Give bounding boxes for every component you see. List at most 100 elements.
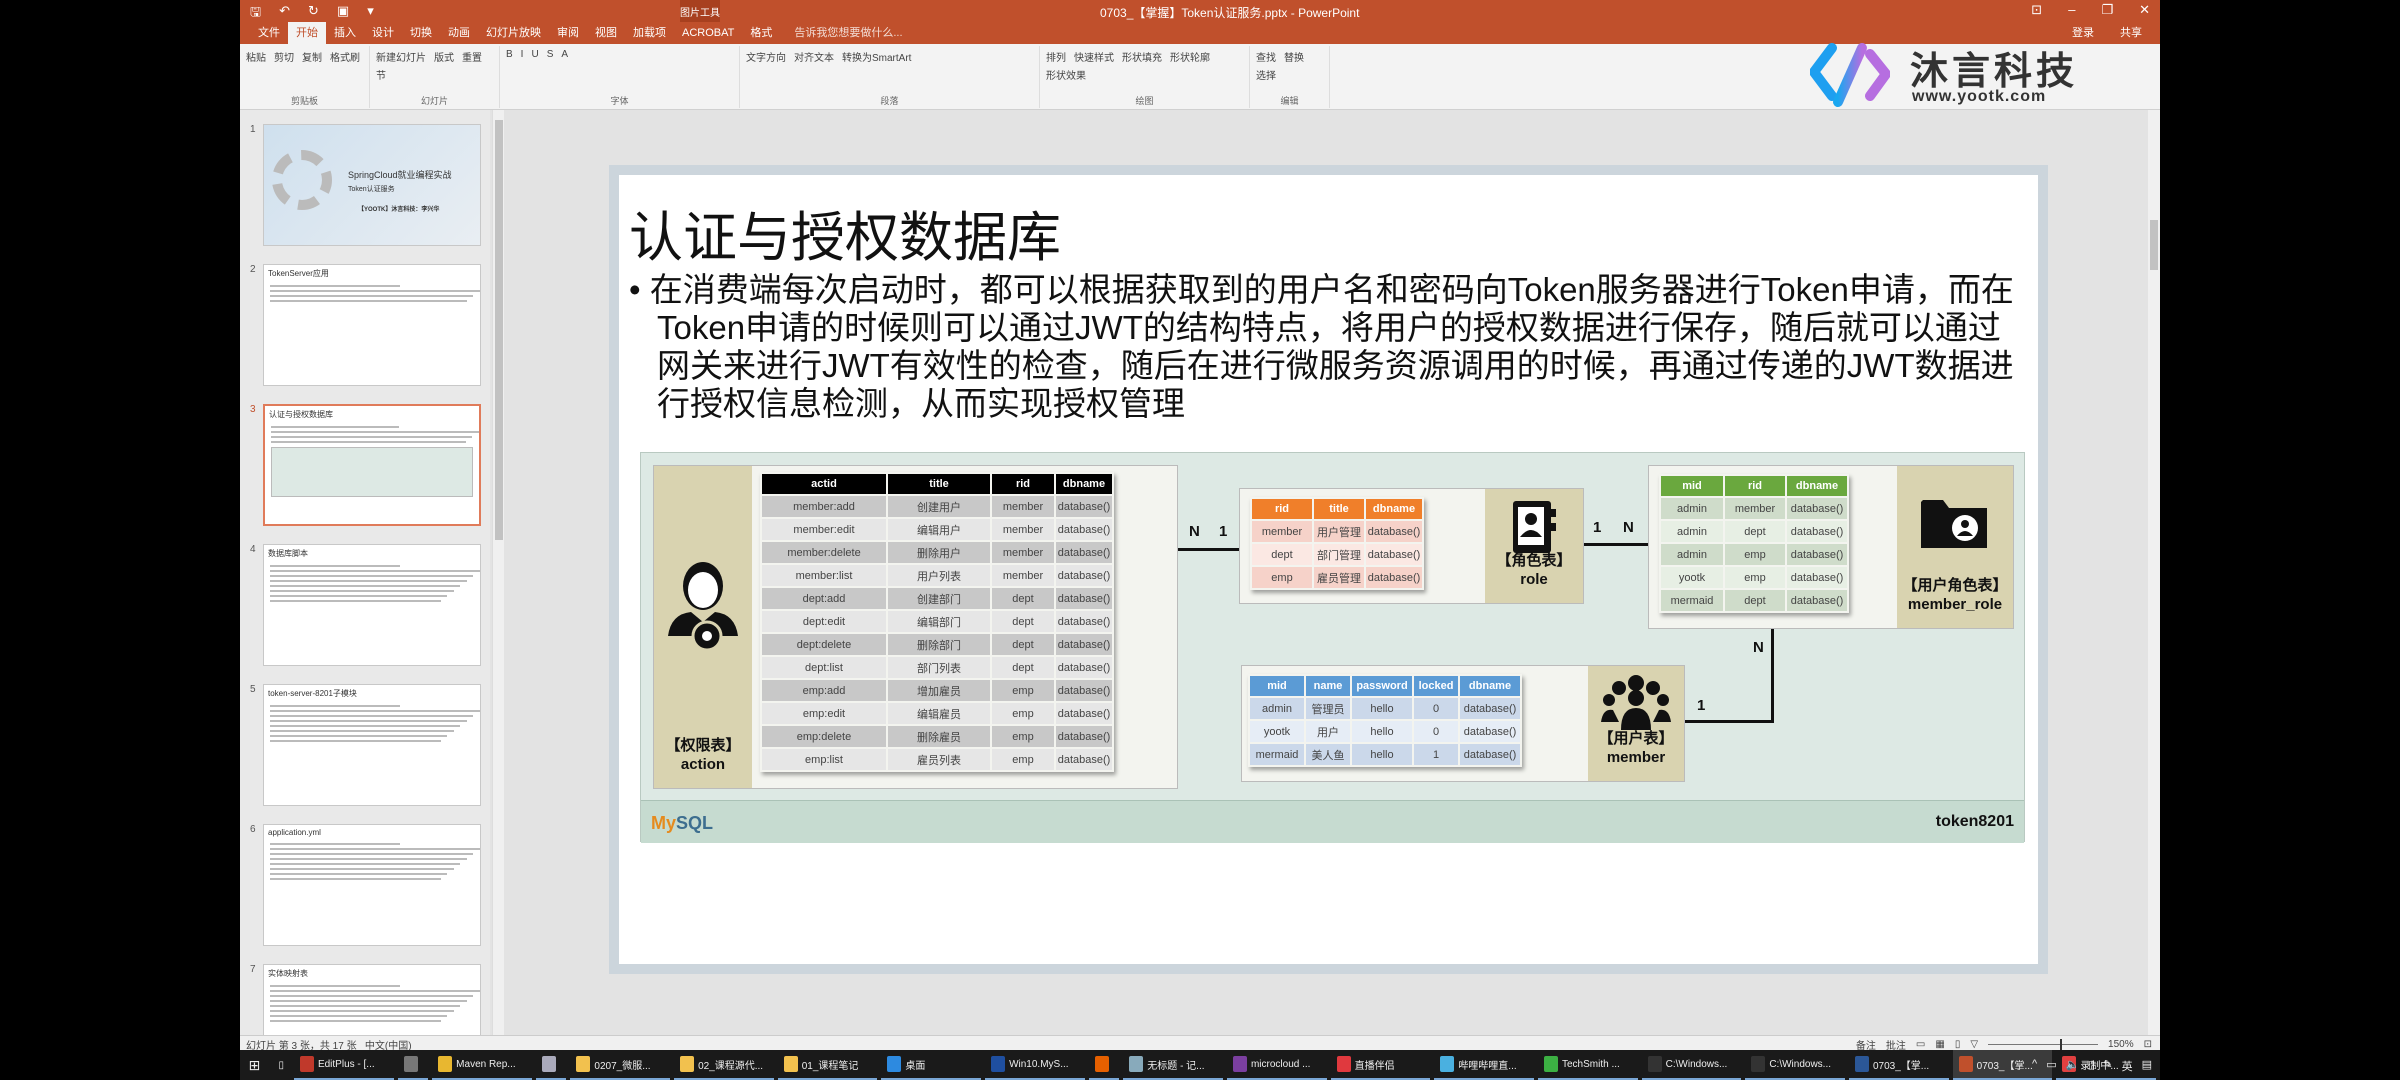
taskbar-item[interactable]: Maven Rep... <box>432 1050 532 1080</box>
ribbon-button[interactable]: 查找 <box>1256 49 1276 64</box>
ribbon-button[interactable]: 形状轮廓 <box>1170 49 1210 64</box>
ribbon-group-label: 剪贴板 <box>290 96 318 106</box>
tab-8[interactable]: 视图 <box>587 22 625 44</box>
tab-5[interactable]: 动画 <box>440 22 478 44</box>
tab-1[interactable]: 开始 <box>288 22 326 44</box>
slide-sorter-icon[interactable]: ▦ <box>1935 1039 1944 1050</box>
tray-item[interactable]: 英 <box>2122 1058 2133 1074</box>
ribbon-button[interactable]: A <box>561 49 568 60</box>
tab-4[interactable]: 切换 <box>402 22 440 44</box>
start-icon[interactable]: ⊞ <box>240 1057 269 1074</box>
table-panel-member[interactable]: 【用户表】 member mid name password locked dbname ad… <box>1241 665 1685 782</box>
taskbar-item[interactable]: C:\Windows... <box>1641 1050 1742 1080</box>
notification-icon[interactable]: ▤ <box>2142 1058 2152 1074</box>
ribbon-button[interactable]: S <box>547 49 554 60</box>
volume-icon[interactable]: 🔈 <box>2066 1058 2080 1074</box>
tab-7[interactable]: 审阅 <box>549 22 587 44</box>
slide-thumbnail[interactable]: 数据库脚本 <box>263 544 481 666</box>
ribbon-button[interactable]: 选择 <box>1256 67 1276 82</box>
er-diagram[interactable]: MySQL token8201 N 1 1 N N 1 【权限表】 action a… <box>640 452 2025 843</box>
ribbon-button[interactable]: 形状效果 <box>1046 67 1086 82</box>
ribbon-button[interactable]: 剪切 <box>274 49 294 64</box>
taskbar-item[interactable]: microcloud ... <box>1226 1050 1327 1080</box>
table-cell: 美人鱼 <box>1306 744 1350 765</box>
table-cell: database() <box>1056 749 1112 770</box>
network-icon[interactable]: ▭ <box>2046 1058 2056 1074</box>
slide-thumbnail[interactable]: application.yml <box>263 824 481 946</box>
ribbon-button[interactable]: 新建幻灯片 <box>376 49 426 64</box>
zoom-level[interactable]: 150% <box>2108 1039 2134 1050</box>
ribbon-button[interactable]: U <box>531 49 538 60</box>
taskbar-item[interactable]: 桌面 <box>881 1050 982 1080</box>
ribbon-button[interactable]: B <box>506 49 513 60</box>
pen-icon[interactable]: ✎ <box>2103 1058 2112 1074</box>
ribbon-button[interactable]: 格式刷 <box>330 49 360 64</box>
table-cell: database() <box>1056 726 1112 747</box>
tablet-icon[interactable]: ▯ <box>2088 1058 2094 1074</box>
taskbar-item[interactable]: 02_课程源代... <box>674 1050 774 1080</box>
ribbon-button[interactable]: 重置 <box>462 49 482 64</box>
tell-me-input[interactable]: 告诉我您想要做什么... <box>786 22 910 44</box>
ribbon-display-icon[interactable]: ⊡ <box>2031 2 2042 18</box>
thumbnail-subtitle: Token认证服务 <box>348 186 395 193</box>
table-panel-action[interactable]: 【权限表】 action actid title rid dbname member:add… <box>653 465 1178 789</box>
slide-thumbnail[interactable]: TokenServer应用 <box>263 264 481 386</box>
table-panel-member_role[interactable]: 【用户角色表】 member_role mid rid dbname admin membe… <box>1648 465 2014 629</box>
taskbar-item[interactable]: 0703_【掌... <box>1849 1050 1949 1080</box>
tab-9[interactable]: 加载项 <box>625 22 674 44</box>
taskbar-item[interactable] <box>1088 1050 1120 1080</box>
ribbon-button[interactable]: 替换 <box>1284 49 1304 64</box>
taskbar-item[interactable]: TechSmith ... <box>1537 1050 1638 1080</box>
slide-scrollbar[interactable] <box>2148 110 2160 1035</box>
close-button[interactable]: ✕ <box>2139 2 2150 18</box>
ribbon-button[interactable]: 节 <box>376 67 386 82</box>
taskbar-item[interactable]: EditPlus - [... <box>293 1050 394 1080</box>
slide-body-text[interactable]: • 在消费端每次启动时，都可以根据获取到的用户名和密码向Token服务器进行To… <box>629 271 2029 423</box>
ribbon-button[interactable]: 快速样式 <box>1074 49 1114 64</box>
fit-slide-icon[interactable]: ⊡ <box>2144 1039 2152 1050</box>
app-icon <box>1543 1056 1558 1072</box>
taskbar-item[interactable]: 直播伴侣 <box>1330 1050 1431 1080</box>
taskbar-item[interactable] <box>397 1050 429 1080</box>
normal-view-icon[interactable]: ▭ <box>1916 1039 1925 1050</box>
tab-6[interactable]: 幻灯片放映 <box>478 22 549 44</box>
tab-0[interactable]: 文件 <box>250 22 288 44</box>
restore-button[interactable]: ❐ <box>2101 2 2113 18</box>
ribbon-button[interactable]: 形状填充 <box>1122 49 1162 64</box>
ribbon-button[interactable]: 复制 <box>302 49 322 64</box>
reading-view-icon[interactable]: ▯ <box>1955 1039 1961 1050</box>
table-panel-role[interactable]: 【角色表】 role rid title dbname member 用户管理 databas… <box>1239 488 1584 604</box>
slide-thumbnail[interactable]: 认证与授权数据库 <box>263 404 481 526</box>
tab-3[interactable]: 设计 <box>364 22 402 44</box>
taskbar-item[interactable]: 哔哩哔哩直... <box>1434 1050 1534 1080</box>
ribbon-button[interactable]: 版式 <box>434 49 454 64</box>
ribbon-button[interactable]: 转换为SmartArt <box>842 49 911 64</box>
taskbar-item[interactable]: 无标题 - 记... <box>1123 1050 1223 1080</box>
ribbon-button[interactable]: 排列 <box>1046 49 1066 64</box>
minimize-button[interactable]: – <box>2068 2 2075 18</box>
tab-11[interactable]: 格式 <box>742 22 780 44</box>
tab-2[interactable]: 插入 <box>326 22 364 44</box>
slide-thumbnail[interactable]: 实体映射表 <box>263 964 481 1035</box>
taskbar-item[interactable]: Win10.MyS... <box>985 1050 1085 1080</box>
task-view-icon[interactable]: ▯ <box>269 1060 294 1071</box>
thumbnail-scrollbar[interactable] <box>492 110 504 1035</box>
slideshow-icon[interactable]: ▽ <box>1970 1039 1978 1050</box>
tray-item[interactable]: ^ <box>2032 1058 2037 1074</box>
ribbon-button[interactable]: 对齐文本 <box>794 49 834 64</box>
slide-thumbnail[interactable]: SpringCloud就业编程实战 Token认证服务 【YOOTK】沐言科技：李兴… <box>263 124 481 246</box>
slide-canvas[interactable]: 认证与授权数据库 • 在消费端每次启动时，都可以根据获取到的用户名和密码向Tok… <box>609 165 2048 974</box>
taskbar-item[interactable]: 0207_微服... <box>570 1050 671 1080</box>
ribbon-button[interactable]: 粘贴 <box>246 49 266 64</box>
ribbon-button[interactable]: 文字方向 <box>746 49 786 64</box>
taskbar-item[interactable] <box>535 1050 567 1080</box>
slide-title[interactable]: 认证与授权数据库 <box>629 193 1061 272</box>
taskbar-item[interactable]: 01_课程笔记 <box>777 1050 878 1080</box>
tab-10[interactable]: ACROBAT <box>674 22 742 44</box>
slide-thumbnail[interactable]: token-server-8201子模块 <box>263 684 481 806</box>
zoom-slider[interactable] <box>1988 1039 2099 1050</box>
ribbon-button[interactable]: I <box>521 49 524 60</box>
slide-thumbnail-pane: 1 SpringCloud就业编程实战 Token认证服务 【YOOTK】沐言科技：李… <box>240 110 490 1035</box>
taskbar-item[interactable]: C:\Windows... <box>1745 1050 1845 1080</box>
relation-line <box>1685 720 1774 723</box>
